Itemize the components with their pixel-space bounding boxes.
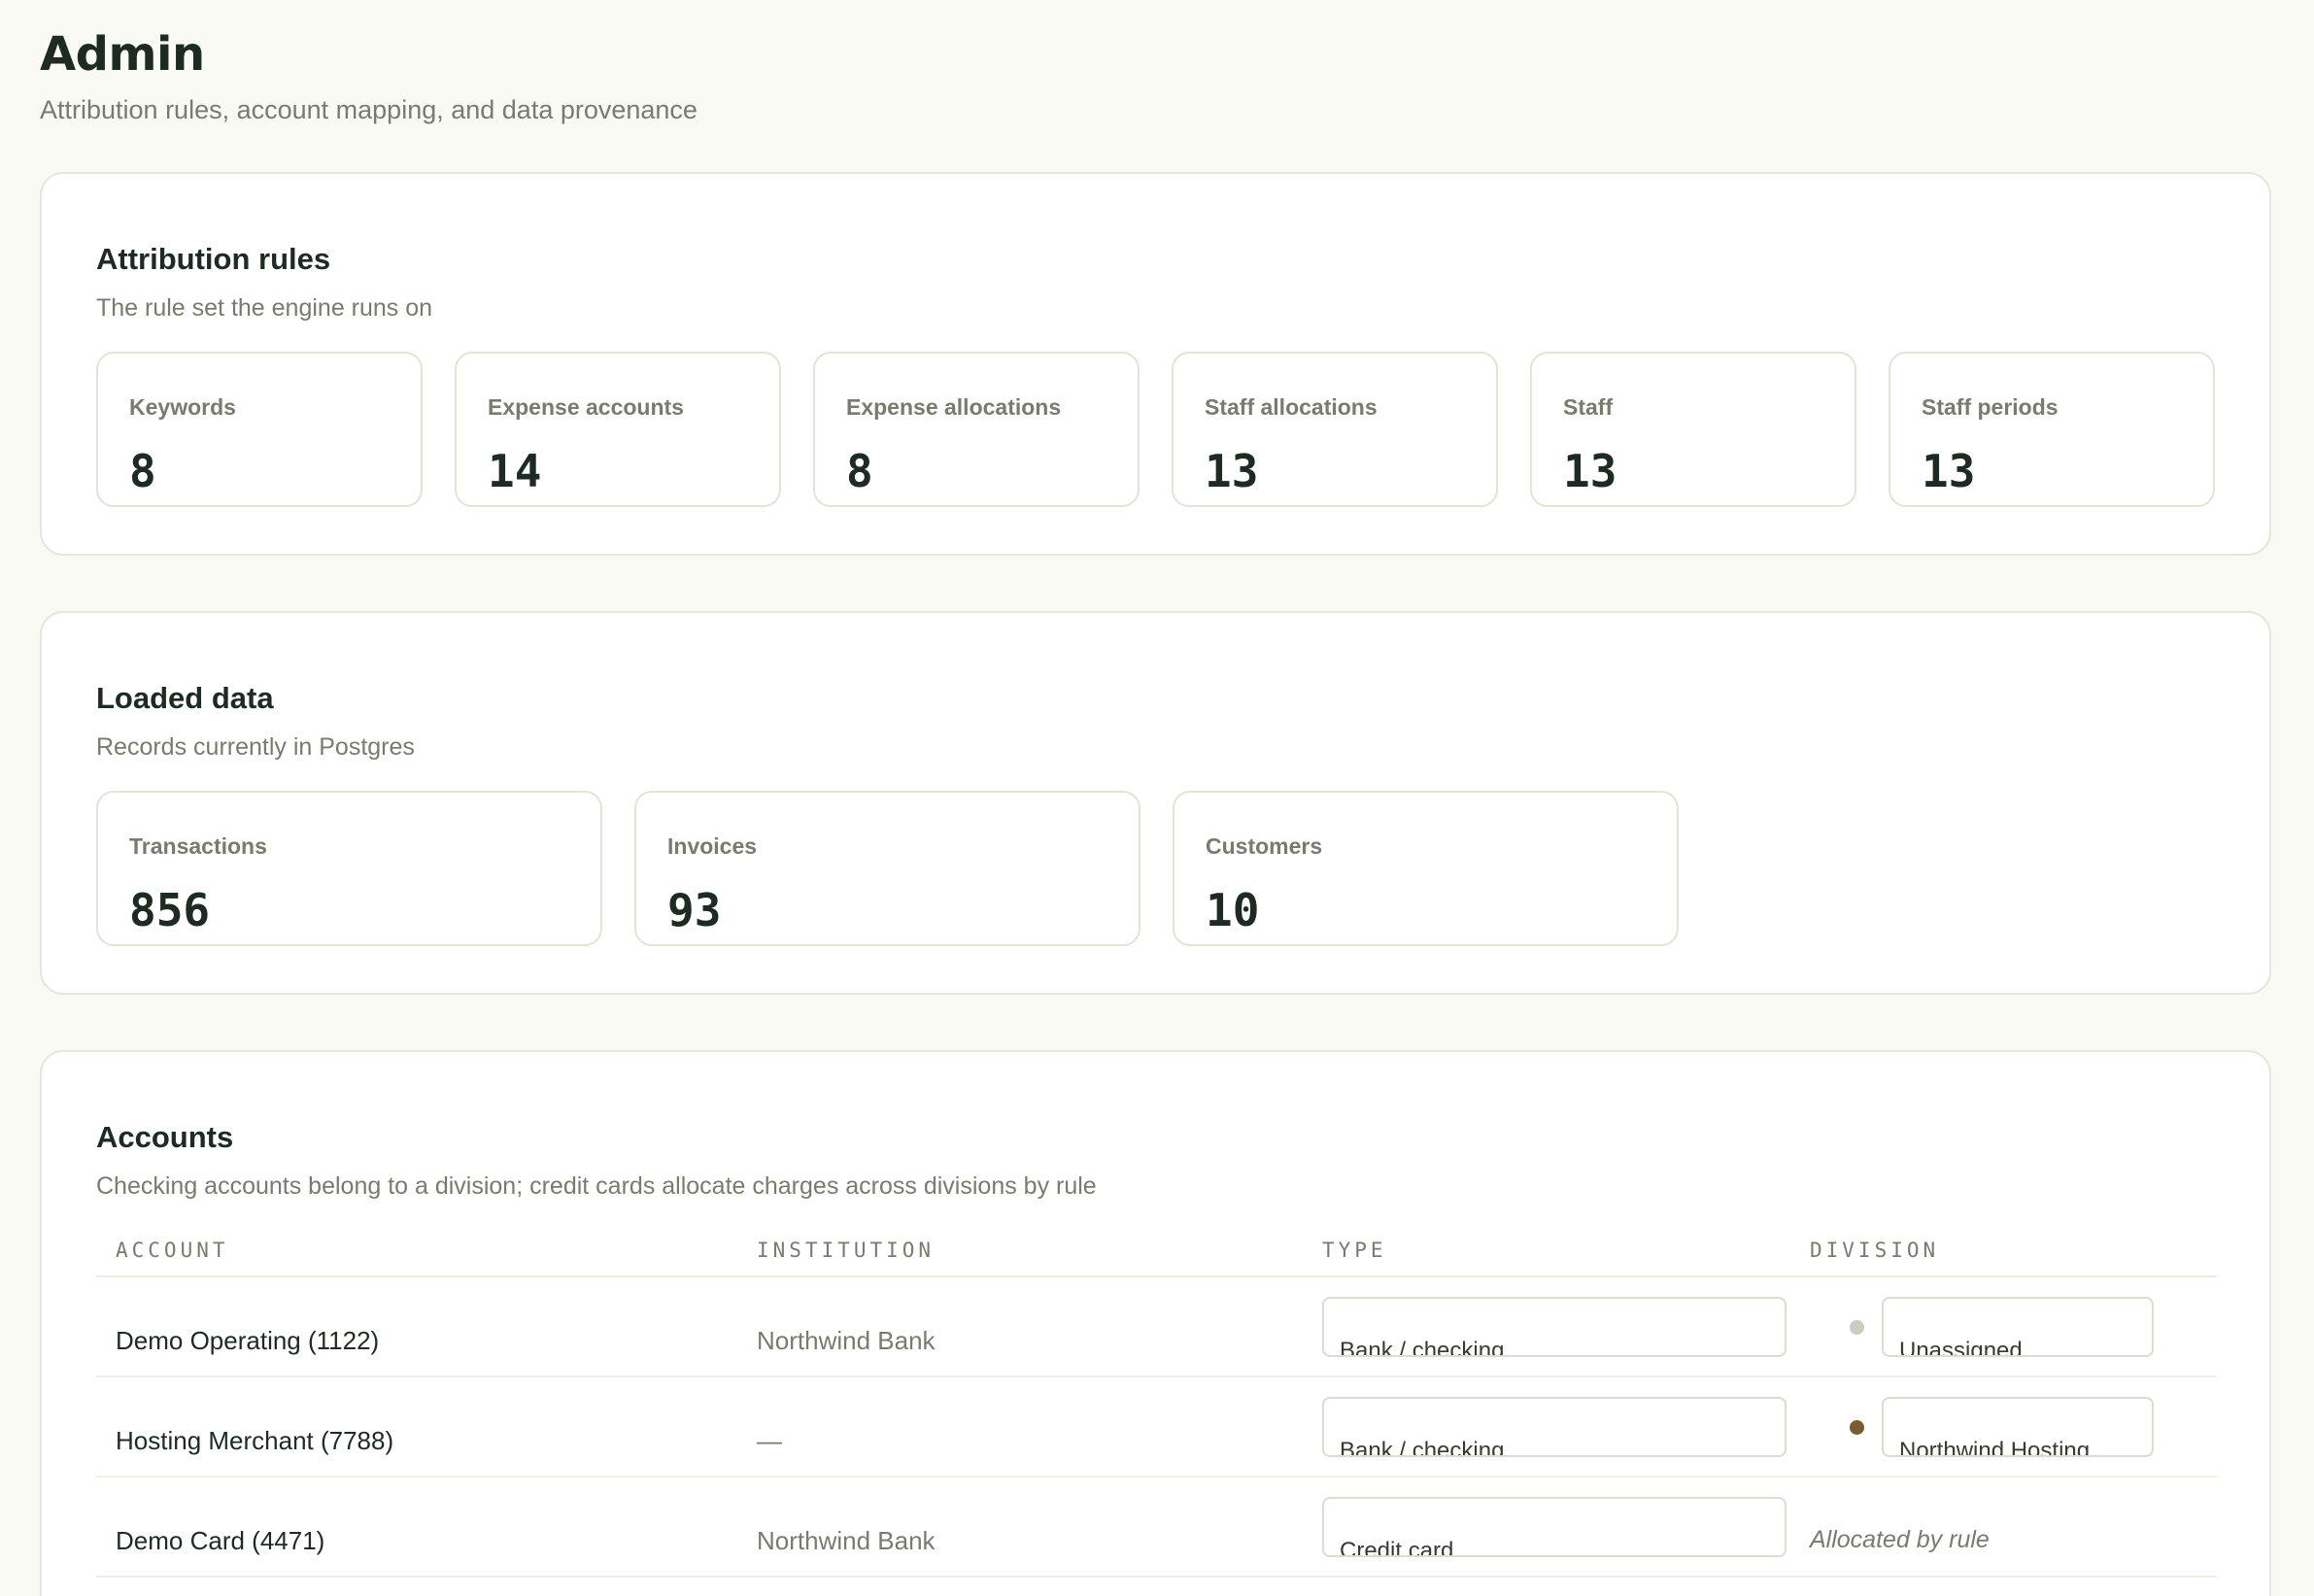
institution-name: Northwind Bank <box>757 1526 936 1555</box>
stat-expense-allocations: Expense allocations 8 <box>813 352 1140 507</box>
stats-grid: Keywords 8 Expense accounts 14 Expense a… <box>96 352 2215 507</box>
stat-label: Staff <box>1563 394 1614 420</box>
type-select[interactable]: Bank / checking <box>1322 1397 1787 1457</box>
stat-label: Customers <box>1206 833 1323 859</box>
stat-value: 8 <box>129 445 156 497</box>
section-title: Accounts <box>96 1120 234 1154</box>
stat-staff: Staff 13 <box>1530 352 1856 507</box>
loaded-data-card: Loaded data Records currently in Postgre… <box>40 611 2271 995</box>
division-color-dot <box>1850 1320 1864 1335</box>
stat-transactions: Transactions 856 <box>96 791 602 946</box>
stat-value: 13 <box>1205 445 1259 497</box>
stat-value: 8 <box>846 445 873 497</box>
table-row: Hosting Merchant (7788) — Bank / checkin… <box>96 1377 2217 1477</box>
stat-label: Keywords <box>129 394 236 420</box>
stat-value: 14 <box>488 445 542 497</box>
column-header-account: ACCOUNT <box>116 1239 229 1262</box>
stat-label: Invoices <box>667 833 758 859</box>
division-color-dot <box>1850 1420 1864 1435</box>
stat-label: Expense allocations <box>846 394 1062 420</box>
accounts-table: ACCOUNT INSTITUTION TYPE DIVISION Demo O… <box>96 1237 2217 1578</box>
stat-value: 13 <box>1563 445 1617 497</box>
section-title: Attribution rules <box>96 242 331 276</box>
stats-grid: Transactions 856 Invoices 93 Customers 1… <box>96 791 1679 946</box>
stat-keywords: Keywords 8 <box>96 352 423 507</box>
column-header-division: DIVISION <box>1810 1239 1940 1262</box>
stat-value: 10 <box>1206 884 1260 936</box>
stat-expense-accounts: Expense accounts 14 <box>455 352 781 507</box>
page-title: Admin <box>40 27 205 82</box>
stat-label: Staff periods <box>1922 394 2059 420</box>
type-select[interactable]: Bank / checking <box>1322 1297 1787 1357</box>
stat-value: 13 <box>1922 445 1976 497</box>
section-subtitle: The rule set the engine runs on <box>96 294 433 322</box>
institution-name: Northwind Bank <box>757 1326 936 1355</box>
stat-customers: Customers 10 <box>1173 791 1679 946</box>
account-name: Demo Operating (1122) <box>116 1326 380 1355</box>
stat-staff-periods: Staff periods 13 <box>1889 352 2215 507</box>
table-header: ACCOUNT INSTITUTION TYPE DIVISION <box>96 1237 2217 1277</box>
account-name: Demo Card (4471) <box>116 1526 325 1555</box>
stat-label: Staff allocations <box>1205 394 1378 420</box>
accounts-card: Accounts Checking accounts belong to a d… <box>40 1050 2271 1596</box>
stat-value: 856 <box>129 884 211 936</box>
institution-name: — <box>757 1426 782 1455</box>
division-select-value: Northwind Hosting <box>1899 1438 2091 1457</box>
page-subtitle: Attribution rules, account mapping, and … <box>40 95 698 124</box>
type-select[interactable]: Credit card <box>1322 1497 1787 1557</box>
stat-invoices: Invoices 93 <box>634 791 1140 946</box>
section-subtitle: Checking accounts belong to a division; … <box>96 1172 1097 1200</box>
stat-value: 93 <box>667 884 722 936</box>
column-header-type: TYPE <box>1322 1239 1387 1262</box>
section-subtitle: Records currently in Postgres <box>96 733 415 761</box>
stat-label: Expense accounts <box>488 394 684 420</box>
section-title: Loaded data <box>96 681 274 715</box>
type-select-value: Credit card <box>1340 1538 1454 1557</box>
type-select-value: Bank / checking <box>1340 1438 1505 1457</box>
stat-staff-allocations: Staff allocations 13 <box>1172 352 1498 507</box>
allocated-by-rule-note: Allocated by rule <box>1810 1526 1990 1553</box>
table-row: Demo Operating (1122) Northwind Bank Ban… <box>96 1277 2217 1377</box>
division-select[interactable]: Northwind Hosting <box>1882 1397 2154 1457</box>
stat-label: Transactions <box>129 833 267 859</box>
column-header-institution: INSTITUTION <box>757 1239 936 1262</box>
attribution-rules-card: Attribution rules The rule set the engin… <box>40 172 2271 556</box>
division-select-value: Unassigned <box>1899 1338 2023 1357</box>
division-select[interactable]: Unassigned <box>1882 1297 2154 1357</box>
type-select-value: Bank / checking <box>1340 1338 1505 1357</box>
table-row: Demo Card (4471) Northwind Bank Credit c… <box>96 1477 2217 1578</box>
account-name: Hosting Merchant (7788) <box>116 1426 394 1455</box>
